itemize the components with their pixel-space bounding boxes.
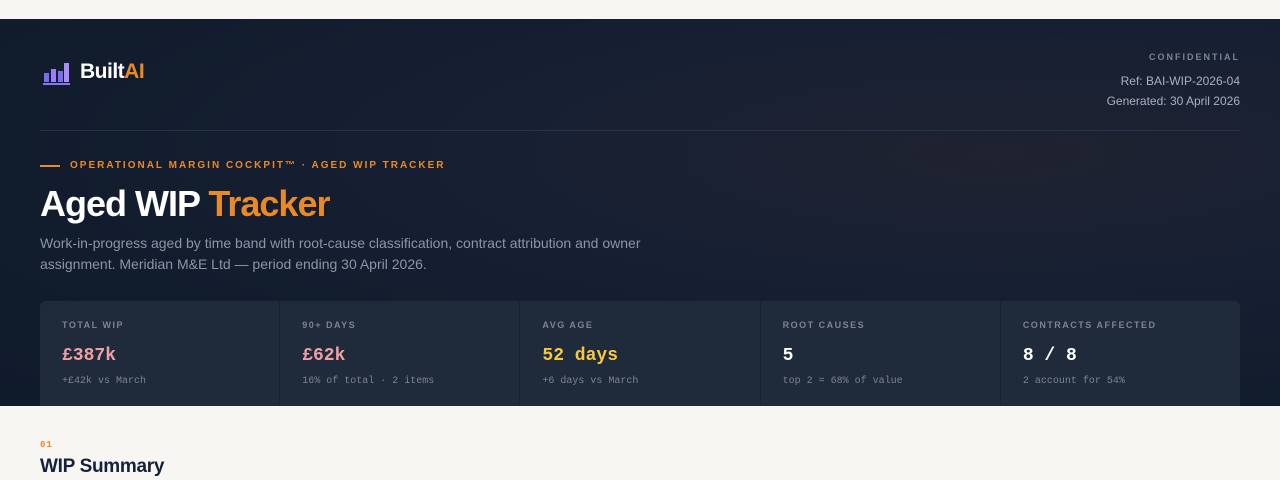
eyebrow-text: OPERATIONAL MARGIN COCKPIT™ · AGED WIP T… (70, 160, 446, 171)
brand-name-accent: AI (124, 60, 145, 83)
kpi-label: CONTRACTS AFFECTED (1022, 320, 1157, 330)
confidential-label: CONFIDENTIAL (1149, 52, 1240, 62)
top-strip (0, 0, 1280, 19)
page-description: Work-in-progress aged by time band with … (40, 235, 641, 272)
eyebrow-dash (40, 164, 60, 167)
kpi-label: 90+ DAYS (302, 320, 357, 330)
wip-summary-section: 01 WIP Summary (0, 406, 1280, 478)
kpi-value: £387k (62, 346, 117, 366)
brand-name-main: Built (80, 60, 125, 83)
hero-header: BuiltAI CONFIDENTIAL Ref: BAI-WIP-2026-0… (0, 19, 1280, 406)
kpi-card-contracts-affected: CONTRACTS AFFECTED 8 / 8 2 account for 5… (1001, 301, 1240, 406)
kpi-value: £62k (302, 346, 346, 366)
page-title: Aged WIP Tracker (40, 183, 1240, 225)
kpi-strip: TOTAL WIP £387k +£42k vs March 90+ DAYS … (40, 301, 1240, 406)
kpi-card-total-wip: TOTAL WIP £387k +£42k vs March (40, 301, 281, 406)
brand-logo[interactable]: BuiltAI (42, 59, 145, 85)
kpi-card-avg-age: AVG AGE 52 days +6 days vs March (520, 301, 761, 406)
kpi-label: TOTAL WIP (62, 320, 124, 330)
kpi-subtext: +6 days vs March (542, 376, 639, 387)
kpi-value: 52 days (542, 346, 619, 366)
kpi-value: 5 (782, 346, 794, 366)
kpi-label: ROOT CAUSES (782, 320, 866, 330)
page-title-accent: Tracker (208, 183, 330, 224)
report-ref: Ref: BAI-WIP-2026-04 (1120, 74, 1240, 88)
hero-top-bar: BuiltAI CONFIDENTIAL Ref: BAI-WIP-2026-0… (40, 19, 1240, 131)
kpi-subtext: +£42k vs March (62, 376, 147, 387)
eyebrow: OPERATIONAL MARGIN COCKPIT™ · AGED WIP T… (40, 160, 1240, 171)
report-generated-date: Generated: 30 April 2026 (1106, 94, 1240, 108)
bar-chart-logo-icon (43, 63, 70, 85)
kpi-card-root-causes: ROOT CAUSES 5 top 2 = 68% of value (761, 301, 1001, 406)
kpi-label: AVG AGE (542, 320, 594, 330)
section-title: WIP Summary (40, 456, 165, 477)
report-meta: CONFIDENTIAL Ref: BAI-WIP-2026-04 Genera… (1107, 50, 1240, 111)
brand-name: BuiltAI (80, 60, 145, 84)
kpi-subtext: 2 account for 54% (1022, 376, 1125, 387)
kpi-subtext: 16% of total · 2 items (302, 376, 435, 387)
section-number: 01 (40, 440, 53, 450)
page-title-main: Aged WIP (40, 183, 209, 224)
kpi-value: 8 / 8 (1022, 346, 1077, 366)
kpi-card-90-plus-days: 90+ DAYS £62k 16% of total · 2 items (280, 301, 521, 406)
kpi-subtext: top 2 = 68% of value (782, 376, 903, 387)
